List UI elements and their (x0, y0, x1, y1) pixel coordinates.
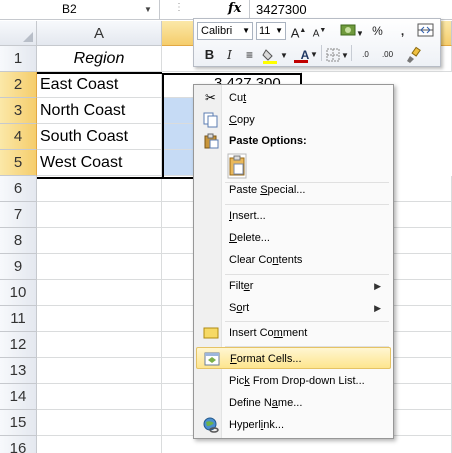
decrease-decimal-button[interactable]: .00 (378, 46, 397, 64)
insert-function-button[interactable]: fx (228, 1, 241, 16)
format-painter-top-button[interactable] (416, 22, 435, 40)
cell-a6[interactable] (37, 176, 162, 202)
chevron-down-icon: ▼ (242, 26, 250, 35)
row-header-3[interactable]: 3 (0, 98, 37, 124)
row-header-6[interactable]: 6 (0, 176, 37, 202)
align-center-button[interactable]: ≡ (240, 46, 259, 64)
menu-item-cut[interactable]: ✂ Cut (196, 87, 391, 109)
drag-handle-icon[interactable]: ⋮ (174, 2, 184, 13)
cell-a16[interactable] (37, 436, 162, 453)
fill-color-button[interactable]: ▼ (262, 46, 288, 64)
font-size-select[interactable]: 11 ▼ (256, 22, 286, 40)
row-header-14[interactable]: 14 (0, 384, 37, 410)
cell-a8[interactable] (37, 228, 162, 254)
row-header-15[interactable]: 15 (0, 410, 37, 436)
accounting-format-button[interactable]: ▼ (339, 22, 364, 40)
merge-cells-icon (417, 23, 433, 37)
menu-item-format-cells[interactable]: Format Cells... (196, 347, 391, 369)
row-header-16[interactable]: 16 (0, 436, 37, 453)
percent-style-button[interactable]: % (368, 22, 387, 40)
cell-a7[interactable] (37, 202, 162, 228)
formula-bar: B2 ▼ ⋮ fx 3427300 (0, 0, 452, 20)
italic-button[interactable]: I (220, 46, 239, 64)
paintbrush-icon (406, 46, 421, 63)
format-cells-icon (203, 351, 220, 367)
row-header-9[interactable]: 9 (0, 254, 37, 280)
name-box-value: B2 (62, 2, 77, 16)
increase-decimal-button[interactable]: .0 (356, 46, 375, 64)
shrink-font-button[interactable]: A▼ (310, 22, 329, 40)
svg-text:▼: ▼ (341, 51, 349, 60)
row-header-13[interactable]: 13 (0, 358, 37, 384)
chevron-down-icon: ▼ (275, 26, 283, 35)
row-header-8[interactable]: 8 (0, 228, 37, 254)
menu-item-delete[interactable]: Delete... (196, 227, 391, 249)
font-color-button[interactable]: A ▼ (292, 46, 318, 64)
svg-text:▼: ▼ (280, 51, 288, 60)
cell-a4[interactable]: South Coast (37, 124, 162, 150)
borders-icon: ▼ (326, 48, 349, 62)
cell-a2[interactable]: East Coast (37, 72, 162, 98)
menu-item-paste-special[interactable]: Paste Special... (196, 179, 391, 201)
select-all-button[interactable] (0, 21, 37, 46)
borders-button[interactable]: ▼ (325, 46, 349, 64)
currency-icon: ▼ (340, 24, 364, 38)
cell-a15[interactable] (37, 410, 162, 436)
menu-item-clear-contents[interactable]: Clear Contents (196, 249, 391, 271)
row-header-10[interactable]: 10 (0, 280, 37, 306)
column-header-a[interactable]: A (37, 21, 162, 46)
font-name-select[interactable]: Calibri ▼ (197, 22, 253, 40)
bold-button[interactable]: B (200, 46, 219, 64)
font-size-value: 11 (259, 25, 271, 37)
cell-a14[interactable] (37, 384, 162, 410)
paste-icon (227, 153, 247, 179)
menu-item-sort[interactable]: Sort ▶ (196, 297, 391, 319)
menu-item-pick-from-list[interactable]: Pick From Drop-down List... (196, 370, 391, 392)
menu-item-copy[interactable]: Copy (196, 109, 391, 131)
fill-bucket-icon: ▼ (262, 49, 288, 64)
menu-item-insert-comment[interactable]: Insert Comment (196, 322, 391, 344)
comma-style-button[interactable]: , (393, 22, 412, 40)
comment-icon (202, 325, 219, 341)
svg-text:▼: ▼ (356, 29, 362, 38)
cell-a9[interactable] (37, 254, 162, 280)
context-menu: ✂ Cut Copy Paste Options: Paste Special.… (193, 84, 394, 439)
row-header-11[interactable]: 11 (0, 306, 37, 332)
menu-item-hyperlink[interactable]: Hyperlink... (196, 414, 391, 436)
formula-input[interactable]: 3427300 (256, 0, 307, 19)
cell-a12[interactable] (37, 332, 162, 358)
formula-buttons: ⋮ fx (160, 0, 250, 19)
mini-toolbar: Calibri ▼ 11 ▼ A▲ A▼ ▼ % , B I ≡ ▼ A ▼ ▼… (193, 18, 441, 67)
grow-font-button[interactable]: A▲ (289, 22, 308, 40)
menu-item-define-name[interactable]: Define Name... (196, 392, 391, 414)
row-header-4[interactable]: 4 (0, 124, 37, 150)
row-header-5[interactable]: 5 (0, 150, 37, 176)
row-header-7[interactable]: 7 (0, 202, 37, 228)
copy-icon (202, 112, 219, 128)
cell-a10[interactable] (37, 280, 162, 306)
globe-link-icon (202, 417, 219, 433)
menu-item-filter[interactable]: Filter ▶ (196, 275, 391, 297)
paste-button[interactable] (227, 153, 247, 179)
chevron-right-icon: ▶ (374, 303, 381, 313)
cell-a1[interactable]: Region (37, 46, 162, 72)
name-box[interactable]: B2 ▼ (0, 0, 160, 19)
row-header-1[interactable]: 1 (0, 46, 37, 72)
cell-a13[interactable] (37, 358, 162, 384)
row-header-2[interactable]: 2 (0, 72, 37, 98)
cell-a5[interactable]: West Coast (37, 150, 162, 176)
format-painter-button[interactable] (404, 46, 423, 64)
menu-item-insert[interactable]: Insert... (196, 205, 391, 227)
row-header-12[interactable]: 12 (0, 332, 37, 358)
menu-heading-paste-options: Paste Options: (196, 130, 391, 152)
cell-a11[interactable] (37, 306, 162, 332)
scissors-icon: ✂ (205, 90, 216, 105)
font-name-value: Calibri (201, 25, 233, 37)
chevron-right-icon: ▶ (374, 281, 381, 291)
cell-a3[interactable]: North Coast (37, 98, 162, 124)
clipboard-icon (202, 133, 219, 149)
chevron-down-icon[interactable]: ▼ (144, 0, 152, 19)
